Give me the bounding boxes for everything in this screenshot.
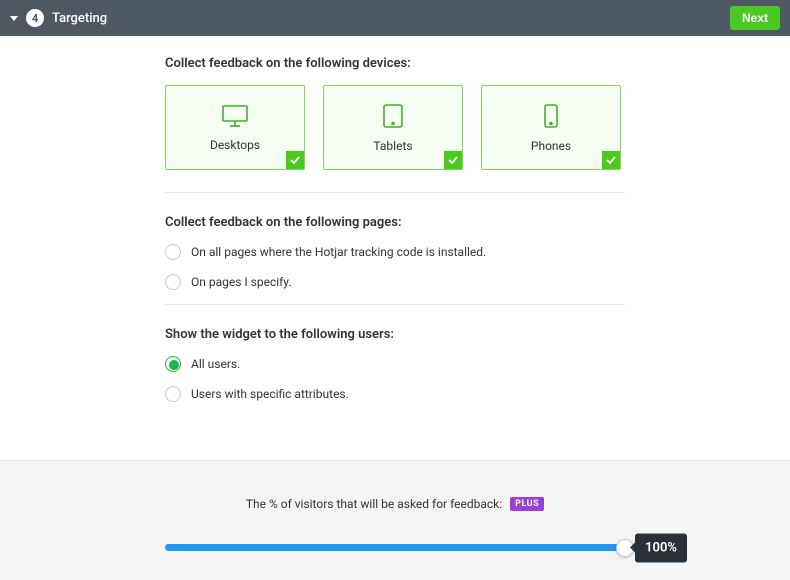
check-icon (444, 151, 462, 169)
radio-label: All users. (191, 357, 240, 371)
users-section: Show the widget to the following users: … (165, 327, 625, 402)
radio-icon (165, 274, 181, 290)
radio-icon (165, 386, 181, 402)
slider-value-tooltip: 100% (635, 533, 687, 562)
radio-label: On all pages where the Hotjar tracking c… (191, 245, 486, 259)
device-option-tablets[interactable]: Tablets (323, 85, 463, 170)
device-option-phones[interactable]: Phones (481, 85, 621, 170)
percentage-slider[interactable]: 100% (165, 533, 625, 563)
chevron-down-icon[interactable] (10, 16, 18, 21)
devices-title: Collect feedback on the following device… (165, 56, 625, 71)
step-header: 4 Targeting Next (0, 0, 790, 36)
plus-badge: PLUS (510, 497, 544, 511)
slider-track (165, 544, 625, 551)
content-area: Collect feedback on the following device… (0, 36, 790, 416)
device-label: Tablets (373, 139, 412, 153)
step-number-badge: 4 (26, 9, 44, 27)
radio-all-pages[interactable]: On all pages where the Hotjar tracking c… (165, 244, 625, 260)
pages-title: Collect feedback on the following pages: (165, 215, 625, 230)
footer-slider-section: The % of visitors that will be asked for… (0, 460, 790, 580)
device-options: Desktops Tablets (165, 85, 625, 170)
next-button[interactable]: Next (730, 6, 780, 30)
slider-title: The % of visitors that will be asked for… (246, 497, 502, 511)
tablet-icon (382, 103, 404, 133)
radio-label: Users with specific attributes. (191, 387, 349, 401)
radio-label: On pages I specify. (191, 275, 292, 289)
radio-icon (165, 356, 181, 372)
radio-icon (165, 244, 181, 260)
devices-section: Collect feedback on the following device… (165, 56, 625, 193)
divider (165, 192, 625, 193)
pages-section: Collect feedback on the following pages:… (165, 215, 625, 305)
divider (165, 304, 625, 305)
header-left: 4 Targeting (10, 9, 107, 27)
check-icon (286, 151, 304, 169)
radio-specific-users[interactable]: Users with specific attributes. (165, 386, 625, 402)
page-title: Targeting (52, 11, 107, 26)
slider-title-row: The % of visitors that will be asked for… (246, 497, 544, 511)
radio-all-users[interactable]: All users. (165, 356, 625, 372)
check-icon (602, 151, 620, 169)
device-label: Desktops (210, 138, 260, 152)
radio-specific-pages[interactable]: On pages I specify. (165, 274, 625, 290)
desktop-icon (221, 104, 249, 132)
device-option-desktops[interactable]: Desktops (165, 85, 305, 170)
device-label: Phones (531, 139, 571, 153)
users-title: Show the widget to the following users: (165, 327, 625, 342)
phone-icon (543, 103, 559, 133)
